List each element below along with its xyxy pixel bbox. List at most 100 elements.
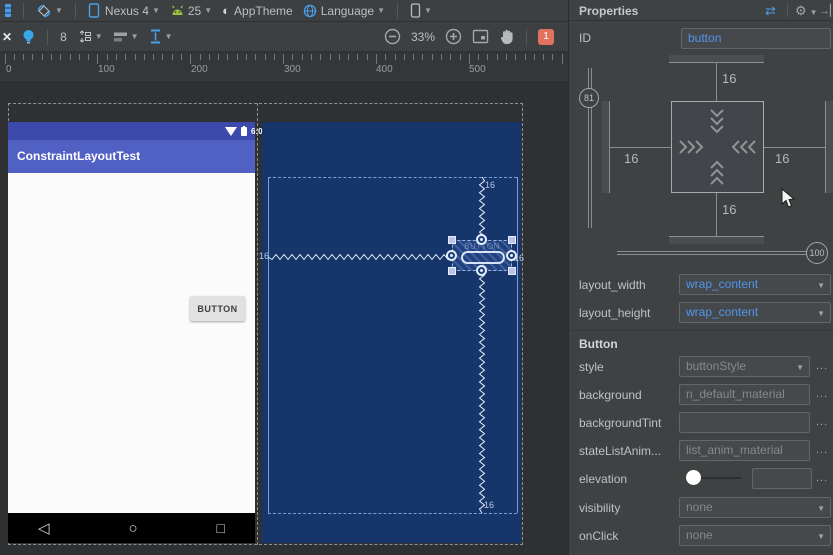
guideline-button[interactable]: ▼ — [144, 29, 178, 44]
design-button[interactable]: BUTTON — [190, 296, 245, 321]
mouse-cursor-icon — [781, 188, 796, 208]
elevation-more-button[interactable]: ... — [816, 472, 828, 484]
background-label: background — [579, 388, 642, 402]
properties-title: Properties — [579, 4, 639, 18]
layout-width-combo[interactable]: wrap_content ▼ — [679, 274, 831, 295]
layout-width-label: layout_width — [579, 278, 646, 292]
pack-button[interactable]: ▼ — [72, 29, 108, 44]
pan-button[interactable] — [494, 28, 520, 45]
inspector-margin-top[interactable]: 16 — [722, 71, 736, 86]
design-surface-icon[interactable] — [0, 4, 16, 17]
resize-handle-se[interactable] — [508, 267, 516, 275]
align-button[interactable]: ▼ — [108, 31, 144, 43]
right-margin-line — [763, 147, 825, 148]
ruler-tick — [199, 54, 201, 60]
state-list-anim-input[interactable]: list_anim_material — [679, 440, 810, 461]
elevation-input[interactable] — [752, 468, 812, 489]
ruler-tick — [283, 54, 285, 64]
android-icon — [170, 4, 185, 17]
ruler-label: 0 — [6, 64, 12, 75]
ruler-tick — [338, 54, 340, 60]
chevron-down-icon: ▼ — [204, 6, 213, 15]
error-count-badge[interactable]: 1 — [533, 28, 568, 45]
chevron-down-icon: ▼ — [796, 363, 804, 372]
design-button-label: BUTTON — [197, 303, 238, 314]
design-view[interactable]: 6:00 ConstraintLayoutTest BUTTON ◁ ○ □ — [8, 122, 267, 543]
anchor-left[interactable] — [446, 250, 457, 261]
zoom-out-icon — [384, 28, 401, 45]
ruler-tick — [218, 54, 220, 60]
recents-icon[interactable]: □ — [217, 520, 225, 536]
ruler-tick — [153, 54, 155, 60]
error-count-value: 1 — [538, 28, 554, 45]
state-list-anim-label: stateListAnim... — [579, 444, 662, 458]
ruler-tick — [162, 54, 164, 60]
resize-handle-nw[interactable] — [448, 236, 456, 244]
style-more-button[interactable]: ... — [816, 360, 828, 372]
hide-panel-icon[interactable]: →▏ — [819, 4, 833, 17]
background-more-button[interactable]: ... — [816, 388, 828, 400]
zoom-to-fit-button[interactable] — [467, 29, 494, 44]
style-combo[interactable]: buttonStyle ▼ — [679, 356, 810, 377]
ruler-tick — [450, 54, 452, 60]
theme-name-label: AppTheme — [234, 3, 293, 18]
infer-constraints-button[interactable] — [17, 29, 40, 45]
properties-panel: Properties ⇄ ⚙▼ →▏ ID button 81 100 — [568, 0, 833, 555]
background-tint-more-button[interactable]: ... — [816, 416, 828, 428]
device-name-label: Nexus 4 — [104, 3, 149, 18]
baseline-handle[interactable] — [461, 251, 505, 264]
inspector-margin-bottom[interactable]: 16 — [722, 202, 736, 217]
swap-panel-icon[interactable]: ⇄ — [765, 3, 776, 19]
design-config-toolbar: ▼ Nexus 4 ▼ 25 ▼ ◐ AppTheme Language ▼ ▼ — [0, 0, 568, 22]
zoom-in-button[interactable] — [440, 28, 467, 45]
chevron-down-icon: ▼ — [817, 281, 825, 290]
home-icon[interactable]: ○ — [129, 520, 138, 537]
back-icon[interactable]: ◁ — [38, 519, 50, 537]
default-margin-button[interactable]: 8 — [55, 30, 72, 44]
api-level-selector[interactable]: 25 ▼ — [165, 4, 217, 18]
pan-hand-icon — [499, 28, 515, 45]
zoom-out-button[interactable] — [379, 28, 406, 45]
inspector-margin-left[interactable]: 16 — [624, 151, 638, 166]
background-tint-input[interactable] — [679, 412, 810, 433]
horizontal-bias-track2 — [617, 254, 822, 255]
vertical-bias-knob[interactable]: 81 — [579, 88, 599, 108]
section-divider — [569, 330, 833, 331]
elevation-slider-knob[interactable] — [686, 470, 701, 485]
locale-selector[interactable]: Language ▼ — [298, 4, 390, 18]
layout-height-combo[interactable]: wrap_content ▼ — [679, 302, 831, 323]
clear-constraints-button[interactable]: ✕ — [0, 30, 17, 44]
theme-selector[interactable]: ◐ AppTheme — [217, 4, 298, 18]
blueprint-margin-bottom: 16 — [484, 500, 495, 510]
device-selector[interactable]: Nexus 4 ▼ — [83, 3, 165, 18]
id-label: ID — [579, 31, 591, 45]
id-input[interactable]: button — [681, 28, 831, 49]
inspector-margin-right[interactable]: 16 — [775, 151, 789, 166]
gear-icon[interactable]: ⚙ ▼ — [795, 3, 818, 19]
inspector-widget-square[interactable] — [671, 101, 764, 193]
ruler-tick — [50, 54, 52, 60]
on-click-combo[interactable]: none ▼ — [679, 525, 831, 546]
orientation-button[interactable]: ▼ — [31, 3, 68, 19]
ruler-tick — [533, 54, 535, 60]
virtual-device-button[interactable]: ▼ — [405, 3, 437, 18]
background-input[interactable]: n_default_material — [679, 384, 810, 405]
parent-bottom-bar — [669, 236, 764, 237]
anchor-right[interactable] — [506, 250, 517, 261]
left-margin-line — [610, 147, 671, 148]
background-tint-label: backgroundTint — [579, 416, 662, 430]
anchor-top[interactable] — [476, 234, 487, 245]
horizontal-ruler: 0 100 200 300 400 500 — [0, 52, 568, 83]
top-margin-line — [716, 63, 717, 101]
horizontal-bias-knob[interactable]: 100 — [806, 242, 828, 264]
horizontal-bias-track[interactable] — [617, 251, 822, 252]
resize-handle-sw[interactable] — [448, 267, 456, 275]
constraint-springs — [267, 176, 518, 514]
anchor-bottom[interactable] — [476, 265, 487, 276]
state-list-anim-more-button[interactable]: ... — [816, 444, 828, 456]
visibility-combo[interactable]: none ▼ — [679, 497, 831, 518]
app-bar: ConstraintLayoutTest — [8, 140, 255, 173]
resize-handle-ne[interactable] — [508, 236, 516, 244]
constraint-inspector: 81 100 16 16 16 16 — [569, 52, 833, 270]
layout-height-label: layout_height — [579, 306, 651, 320]
